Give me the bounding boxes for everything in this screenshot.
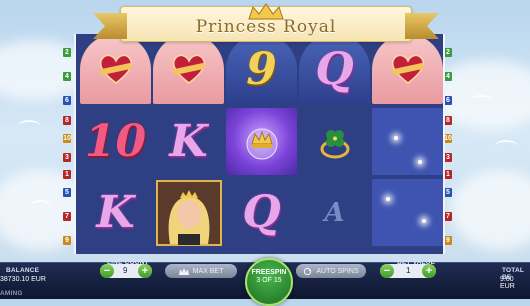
line-marker: 8: [63, 116, 71, 125]
freespin-progress: 3 OF 15: [256, 277, 282, 284]
line-marker: 8: [444, 116, 452, 125]
line-marker: 5: [444, 188, 452, 197]
line-marker: 5: [63, 188, 71, 197]
line-marker: 6: [63, 96, 71, 105]
symbol-label: K: [169, 116, 208, 167]
line-marker: 4: [444, 72, 452, 81]
sparkle-icon: [422, 219, 426, 223]
freespin-button[interactable]: FREESPIN 3 OF 15: [245, 258, 293, 306]
symbol-label: K: [96, 187, 135, 238]
bet-value-value: 1: [406, 266, 411, 275]
line-marker: 10: [444, 134, 452, 143]
symbol-heart-ribbon: [372, 34, 443, 104]
symbol-k: K: [80, 179, 151, 246]
crown-small-icon: [178, 267, 189, 275]
max-bet-button[interactable]: MAX BET: [165, 264, 237, 278]
symbol-10: 10: [80, 108, 151, 175]
auto-spins-label: AUTO SPINS: [316, 267, 359, 275]
symbol-label: Q: [315, 43, 354, 95]
princess-portrait-icon: [155, 179, 222, 246]
sparkle-icon: [386, 197, 390, 201]
line-marker: 7: [444, 212, 452, 221]
symbol-q: Q: [299, 34, 370, 104]
symbol-crown-orb: [226, 108, 297, 175]
crown-orb-icon: [246, 128, 277, 159]
game-title: Princess Royal: [195, 17, 337, 37]
circular-arrows-icon: [304, 267, 312, 275]
symbol-label: 10: [84, 116, 147, 167]
bird-icon: [470, 95, 492, 107]
auto-spins-button[interactable]: AUTO SPINS: [296, 264, 366, 278]
heart-ribbon-icon: [172, 54, 205, 84]
bet-value-decrease-button[interactable]: −: [380, 264, 394, 278]
bird-icon: [30, 200, 52, 212]
freespin-label: FREESPIN: [251, 269, 287, 276]
line-marker: 1: [63, 170, 71, 179]
total-bet-value: 9.00 EUR: [500, 276, 515, 290]
line-marker: 2: [63, 48, 71, 57]
line-marker: 4: [63, 72, 71, 81]
symbol-clover-ring: [299, 108, 370, 175]
bird-icon: [495, 140, 517, 152]
sparkle-icon: [418, 160, 422, 164]
symbol-q: Q: [226, 179, 297, 246]
line-marker: 3: [444, 153, 452, 162]
symbol-9: 9: [226, 34, 297, 104]
reel-grid: 9 Q 10 K K Q A: [74, 34, 445, 254]
line-count-stepper: − 9 +: [100, 264, 152, 278]
symbol-sparkle: [372, 108, 443, 175]
line-marker: 3: [63, 153, 71, 162]
symbol-label: A: [324, 197, 345, 228]
sparkle-icon: [394, 136, 398, 140]
max-bet-label: MAX BET: [192, 267, 224, 275]
line-marker: 7: [63, 212, 71, 221]
symbol-princess: [153, 179, 224, 246]
clover-ring-icon: [320, 129, 349, 158]
bet-value-stepper: − 1 +: [380, 264, 436, 278]
balance-value: 38730.10 EUR: [0, 276, 46, 283]
heart-ribbon-icon: [99, 54, 132, 84]
bet-value-increase-button[interactable]: +: [422, 264, 436, 278]
cloud: [450, 170, 530, 250]
symbol-a: A: [299, 179, 370, 246]
symbol-sparkle: [372, 179, 443, 246]
symbol-k: K: [153, 108, 224, 175]
line-count-decrease-button[interactable]: −: [100, 264, 114, 278]
balance-label: BALANCE: [6, 267, 40, 274]
line-count-increase-button[interactable]: +: [138, 264, 152, 278]
heart-ribbon-icon: [391, 54, 424, 84]
bird-icon: [18, 120, 40, 132]
symbol-heart-ribbon: [80, 34, 151, 104]
line-marker: 1: [444, 170, 452, 179]
symbol-label: 9: [246, 43, 277, 95]
line-marker: 9: [444, 236, 452, 245]
footer-left-text: AMING: [0, 290, 23, 297]
line-marker: 9: [63, 236, 71, 245]
line-count-value: 9: [123, 266, 128, 275]
line-marker: 2: [444, 48, 452, 57]
symbol-label: Q: [242, 187, 281, 238]
title-banner: Princess Royal: [93, 3, 412, 42]
symbol-heart-ribbon: [153, 34, 224, 104]
line-marker: 10: [63, 134, 71, 143]
line-marker: 6: [444, 96, 452, 105]
